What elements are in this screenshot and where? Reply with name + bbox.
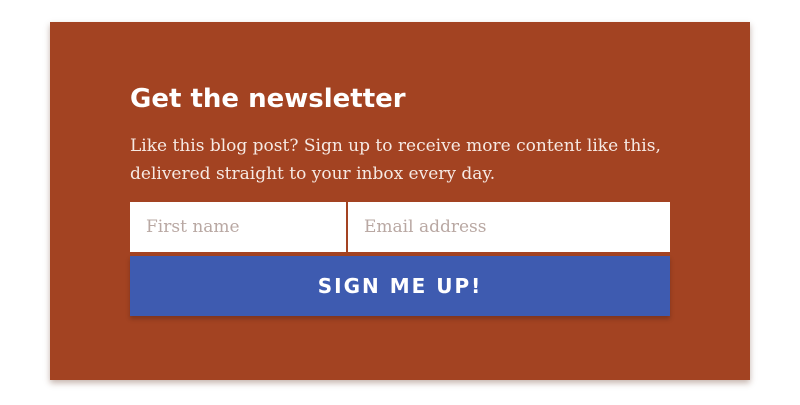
newsletter-title: Get the newsletter: [130, 84, 406, 114]
newsletter-description: Like this blog post? Sign up to receive …: [130, 136, 661, 184]
sign-up-button[interactable]: SIGN ME UP!: [130, 256, 670, 316]
email-input[interactable]: [348, 202, 670, 252]
first-name-input[interactable]: [130, 202, 346, 252]
newsletter-card: Get the newsletter Like this blog post? …: [50, 22, 750, 380]
